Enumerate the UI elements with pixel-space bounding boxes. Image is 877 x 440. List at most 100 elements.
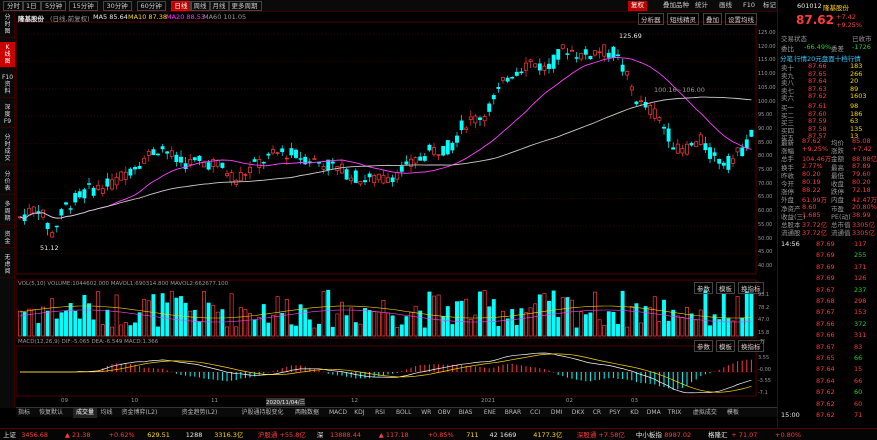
- indicator-tab-2[interactable]: 成交量: [73, 408, 98, 418]
- indicator-tab-24[interactable]: TRIX: [668, 408, 682, 418]
- indicator-tab-12[interactable]: WR: [421, 408, 431, 418]
- candle-body: [634, 101, 639, 105]
- candle-body: [27, 207, 32, 216]
- status-item-15: 深股通 +7.58亿: [576, 431, 625, 439]
- tick-list: 14:56 87.69 117 87.69 255 87.69 171 87.69 126 87.…: [778, 240, 877, 428]
- period-6[interactable]: 日线: [170, 1, 192, 11]
- indicator-tab-19[interactable]: DKX: [572, 408, 585, 418]
- price-tick-14: 55.00: [758, 221, 773, 228]
- macdctrls-item-0[interactable]: 参数: [694, 340, 713, 352]
- left-tab-5[interactable]: 分 价 表: [0, 169, 15, 195]
- tick-vol-3: 126: [854, 274, 867, 283]
- volume-bar: [238, 307, 243, 337]
- left-tab-1[interactable]: K 线 图: [0, 42, 15, 68]
- indicator-tab-15[interactable]: ENE: [484, 408, 496, 418]
- candle-body: [123, 171, 128, 180]
- indicator-tab-1[interactable]: 恢复默认: [39, 408, 63, 418]
- indicator-tab-11[interactable]: BOLL: [396, 408, 411, 418]
- indicator-tab-5[interactable]: 资金趋势(L2): [182, 408, 218, 418]
- indicator-tab-9[interactable]: KDJ: [354, 408, 364, 418]
- volume-bar: [211, 304, 216, 337]
- candle-body: [73, 193, 78, 203]
- indicator-tab-22[interactable]: KD: [630, 408, 639, 418]
- volume-bar: [174, 297, 179, 337]
- period-1[interactable]: 1日: [22, 1, 41, 11]
- candle-body: [174, 154, 179, 162]
- volume-bar: [248, 313, 252, 337]
- toolbar-ctrl-2[interactable]: 统计: [692, 1, 711, 11]
- indicator-tab-23[interactable]: DMA: [647, 408, 661, 418]
- indicator-tab-7[interactable]: 两融数据: [295, 408, 319, 418]
- volume-bar: [192, 309, 197, 337]
- tick-price-10: 87.65: [816, 354, 835, 362]
- indicator-tab-0[interactable]: 指标: [18, 408, 30, 418]
- indicator-tab-20[interactable]: CR: [593, 408, 601, 418]
- left-tab-8[interactable]: 无 虑 阅: [0, 252, 15, 278]
- stat-label-l-11: 流通股: [781, 229, 801, 238]
- volume-bar: [142, 298, 147, 337]
- stat-value-l-8: 8.60: [802, 202, 817, 211]
- period-5[interactable]: 60分钟: [136, 1, 166, 11]
- indicator-tab-8[interactable]: MACD: [329, 408, 347, 418]
- ma20-line: [19, 56, 752, 220]
- candle-body: [666, 128, 671, 142]
- volume-bar: [31, 309, 36, 337]
- mainctrls-item-1[interactable]: 短线精灵: [667, 13, 699, 25]
- vol-tick-2: 47.0: [758, 317, 770, 323]
- price-tick-6: 95.00: [758, 112, 773, 119]
- mainctrls-item-3[interactable]: 设置均线: [725, 13, 757, 25]
- candle-body: [349, 177, 354, 182]
- toolbar-ctrl-1[interactable]: 叠加品种: [660, 1, 692, 11]
- left-tab-3[interactable]: 深 度 F9: [0, 102, 15, 128]
- left-tab-6[interactable]: 多 周 期: [0, 199, 15, 225]
- toolbar-ctrl-4[interactable]: F10: [740, 1, 758, 11]
- period-4[interactable]: 30分钟: [102, 1, 132, 11]
- indicator-tab-13[interactable]: OBV: [438, 408, 451, 418]
- left-tab-4[interactable]: 分 时 成 交: [0, 132, 15, 165]
- volume-bar: [749, 292, 754, 337]
- candle-body: [551, 54, 556, 69]
- toolbar-ctrl-0[interactable]: 复权: [628, 1, 647, 11]
- indicator-tab-4[interactable]: 资金博弈(L2): [122, 408, 158, 418]
- tick-vol-2: 171: [854, 262, 867, 271]
- indicator-tab-10[interactable]: RSI: [375, 408, 385, 418]
- left-tab-0[interactable]: 分 时 图: [0, 12, 15, 38]
- volume-bar: [358, 323, 363, 337]
- period-8[interactable]: 月线: [208, 1, 230, 11]
- candle-body: [312, 158, 317, 160]
- left-tab-2[interactable]: F10 资 料: [0, 72, 15, 98]
- toolbar-ctrl-3[interactable]: 画线: [716, 1, 735, 11]
- volctrls-item-1[interactable]: 模板: [716, 282, 735, 294]
- indicator-tab-26[interactable]: 模板: [727, 408, 739, 418]
- tick-vol-1: 255: [854, 251, 867, 260]
- kline-chart-area[interactable]: 隆基股份 (日线,前复权) MA5 85.64 MA10 87.38 MA20 …: [15, 12, 776, 408]
- mainctrls-item-2[interactable]: 叠加: [703, 13, 722, 25]
- indicator-tab-18[interactable]: DMI: [551, 408, 563, 418]
- mainctrls-item-0[interactable]: 分析器: [638, 13, 664, 25]
- period-7[interactable]: 周线: [189, 1, 211, 11]
- indicator-tab-21[interactable]: PSY: [609, 408, 620, 418]
- date-axis: 09 10 11 2020/11/04/三 12 2021 02 03: [16, 398, 756, 407]
- indicator-tab-14[interactable]: BIAS: [459, 408, 473, 418]
- indicator-tab-25[interactable]: 虚拟成交: [693, 408, 717, 418]
- indicator-tab-17[interactable]: CCI: [530, 408, 540, 418]
- period-0[interactable]: 分时: [3, 1, 24, 11]
- tick-vol-14: 60: [854, 399, 863, 408]
- indicator-tab-3[interactable]: 均线: [101, 408, 113, 418]
- status-item-12: 711: [466, 431, 479, 439]
- macdctrls-item-1[interactable]: 模板: [716, 340, 735, 352]
- chart-svg[interactable]: [15, 12, 776, 408]
- period-3[interactable]: 15分钟: [68, 1, 98, 11]
- period-2[interactable]: 5分钟: [41, 1, 67, 11]
- volume-bar: [528, 307, 533, 337]
- volctrls-item-0[interactable]: 参数: [694, 282, 713, 294]
- indicator-tab-6[interactable]: 沪股通持股变化: [242, 408, 284, 418]
- tick-price-0: 87.69: [816, 240, 835, 248]
- price-tick-16: 45.00: [758, 249, 773, 256]
- period-9[interactable]: 更多周期: [227, 1, 262, 11]
- candle-body: [556, 49, 561, 60]
- price-tick-12: 65.00: [758, 194, 773, 201]
- left-tab-7[interactable]: 资 金: [0, 229, 15, 248]
- tick-price-11: 87.64: [816, 365, 835, 374]
- indicator-tab-16[interactable]: BRAR: [505, 408, 521, 418]
